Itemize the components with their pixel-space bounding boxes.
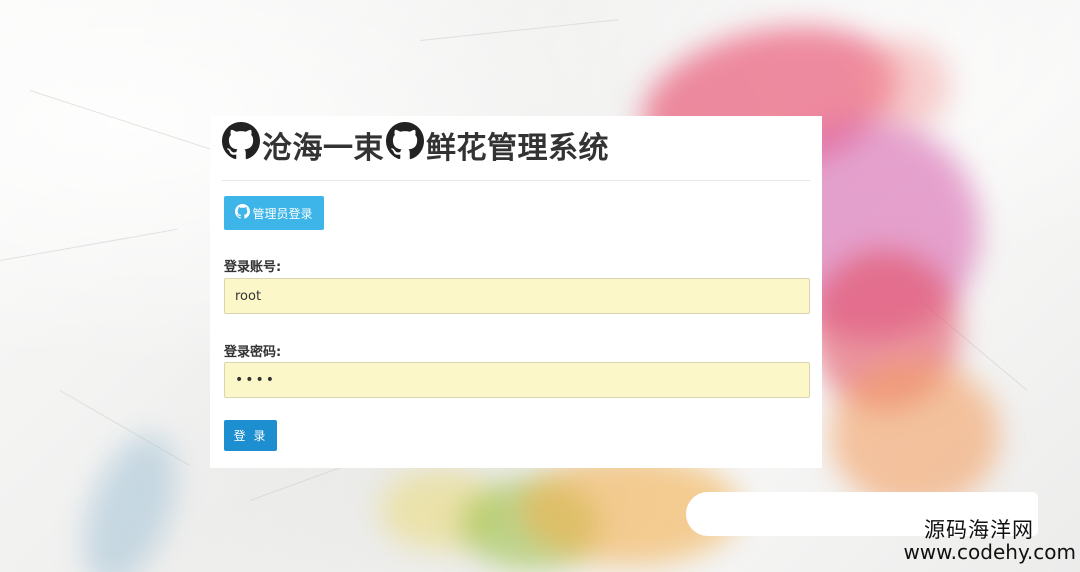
github-icon xyxy=(386,122,424,168)
watercolor-blob xyxy=(830,360,1000,510)
github-icon xyxy=(235,204,251,222)
title-text-part2: 鲜花管理系统 xyxy=(426,131,609,166)
watermark-url: www.codehy.com xyxy=(903,540,1076,564)
account-label: 登录账号: xyxy=(224,260,282,275)
login-button[interactable]: 登 录 xyxy=(224,420,277,451)
password-input[interactable] xyxy=(224,362,810,398)
admin-login-tab[interactable]: 管理员登录 xyxy=(224,196,324,230)
title-text-part1: 沧海一束 xyxy=(262,131,384,166)
login-card: 沧海一束 鲜花管理系统 管理员登录 登录账号: 登录密码: 登 录 xyxy=(210,116,822,468)
admin-login-tab-label: 管理员登录 xyxy=(252,206,313,221)
github-icon xyxy=(222,122,260,168)
watercolor-blob xyxy=(860,40,950,130)
title-divider xyxy=(222,180,810,181)
account-input[interactable] xyxy=(224,278,810,314)
page-title: 沧海一束 鲜花管理系统 xyxy=(222,122,609,168)
password-label: 登录密码: xyxy=(224,345,282,360)
